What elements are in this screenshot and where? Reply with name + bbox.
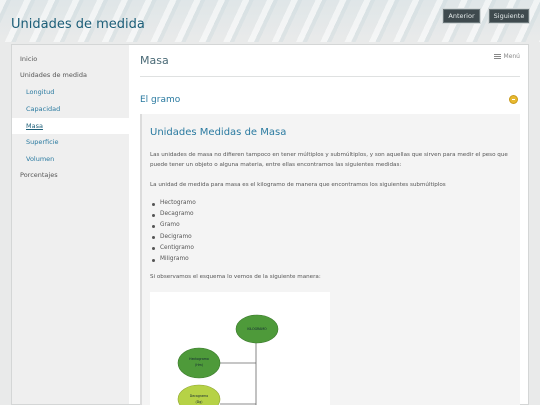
sidebar-item-unidades[interactable]: Unidades de medida: [12, 67, 129, 83]
diagram-node-label: Hectogramo: [189, 357, 209, 361]
content-panel: Unidades Medidas de Masa Las unidades de…: [140, 114, 520, 405]
list-item: Gramo: [150, 220, 196, 231]
diagram-node-sub: (Hm): [195, 363, 203, 367]
sidebar-item-porcentajes[interactable]: Porcentajes: [12, 167, 129, 183]
list-item: Hectogramo: [150, 198, 196, 209]
sidebar-item-inicio[interactable]: Inicio: [12, 51, 129, 67]
mass-units-diagram: KILOGRAMO Hectogramo (Hm) Decagramo (Dg): [150, 292, 330, 405]
sidebar-item-superficie[interactable]: Superficie: [12, 134, 129, 150]
menu-button[interactable]: Menú: [493, 53, 520, 60]
menu-icon: [493, 54, 501, 59]
submultiples-list: Hectogramo Decagramo Gramo Decigramo Cen…: [150, 198, 196, 265]
diagram-node-label: KILOGRAMO: [247, 327, 267, 331]
sidebar-item-masa[interactable]: Masa: [12, 118, 129, 134]
list-item: Decagramo: [150, 209, 196, 220]
menu-label: Menú: [503, 53, 520, 60]
intro-paragraph: Las unidades de masa no difieren tampoco…: [150, 152, 508, 168]
list-item: Centigramo: [150, 243, 196, 254]
previous-button[interactable]: Anterior: [443, 9, 480, 23]
title-divider: [140, 76, 520, 77]
collapse-toggle-icon[interactable]: [509, 95, 518, 104]
scheme-paragraph: Si observamos el esquema lo vemos de la …: [150, 274, 321, 280]
list-item: Decigramo: [150, 232, 196, 243]
list-item: Miligramo: [150, 254, 196, 265]
page-title: Masa: [140, 54, 169, 67]
sidebar-nav: Inicio Unidades de medida Longitud Capac…: [12, 45, 129, 404]
next-button[interactable]: Siguiente: [489, 9, 529, 23]
diagram-svg: KILOGRAMO Hectogramo (Hm) Decagramo (Dg): [177, 314, 279, 405]
panel-heading: Unidades Medidas de Masa: [150, 127, 287, 138]
sidebar-item-capacidad[interactable]: Capacidad: [12, 101, 129, 117]
section-title[interactable]: El gramo: [140, 95, 180, 105]
main-content: Masa Menú El gramo Unidades Medidas de M…: [140, 45, 520, 405]
content-page: Inicio Unidades de medida Longitud Capac…: [11, 44, 529, 405]
sidebar-item-longitud[interactable]: Longitud: [12, 84, 129, 100]
diagram-node-sub: (Dg): [196, 400, 203, 404]
sidebar-item-volumen[interactable]: Volumen: [12, 151, 129, 167]
site-title: Unidades de medida: [11, 17, 145, 32]
kilogram-paragraph: La unidad de medida para masa es el kilo…: [150, 182, 446, 188]
diagram-node-label: Decagramo: [190, 394, 209, 398]
